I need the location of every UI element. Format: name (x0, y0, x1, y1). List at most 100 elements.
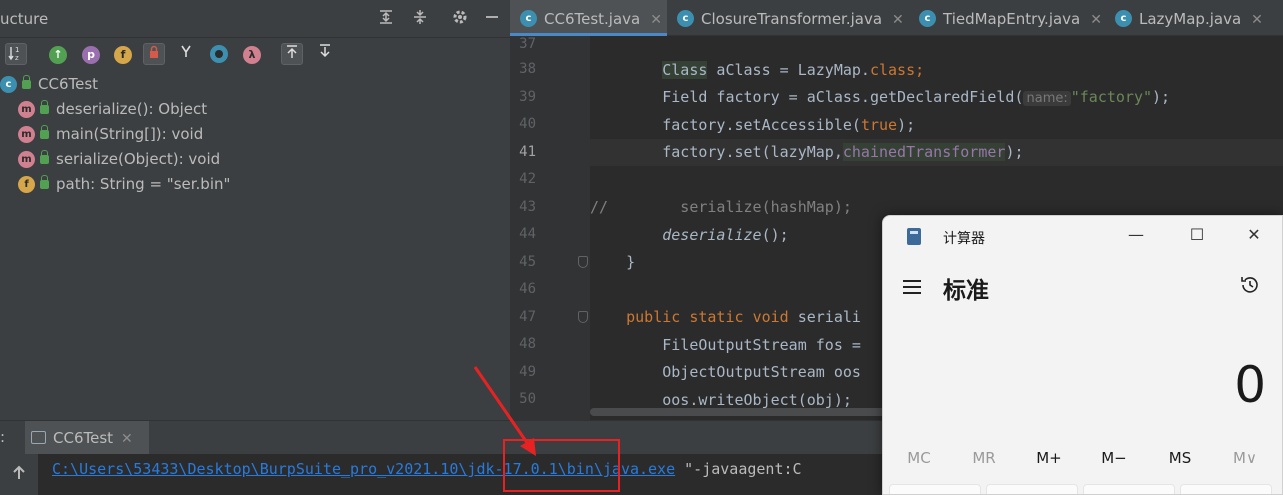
memory-list-button[interactable]: M∨ (1218, 449, 1272, 467)
tree-class-label: CC6Test (38, 75, 99, 93)
autoscroll-from-source-icon[interactable] (314, 43, 336, 65)
tree-member-serialize[interactable]: m serialize(Object): void (18, 147, 220, 171)
run-tab-label: CC6Test (53, 429, 114, 447)
class-icon: c (0, 76, 17, 93)
public-lock-icon (40, 175, 49, 189)
line-number: 44 (519, 226, 536, 242)
structure-panel: ucture 1z ↑ p f λ c CC6Test m deserializ… (0, 0, 510, 420)
java-class-icon: c (677, 10, 694, 27)
line-number: 38 (519, 61, 536, 77)
field-icon: f (18, 176, 35, 193)
tab-label: ClosureTransformer.java (701, 10, 883, 28)
lambda-icon[interactable]: λ (241, 43, 263, 65)
line-number: 39 (519, 89, 536, 105)
scroll-up-icon[interactable] (0, 454, 38, 495)
memory-add-button[interactable]: M+ (1022, 449, 1076, 467)
command-args: "-javaagent:C (675, 460, 802, 478)
memory-clear-button[interactable]: MC (892, 449, 946, 467)
calculator-window: 计算器 — ☐ ✕ 标准 0 MC MR M+ M− MS M∨ (882, 215, 1283, 495)
calculator-app-icon (907, 228, 921, 245)
java-class-icon: c (919, 10, 936, 27)
tree-member-main[interactable]: m main(String[]): void (18, 122, 203, 146)
tree-member-deserialize[interactable]: m deserialize(): Object (18, 97, 207, 121)
tree-member-path[interactable]: f path: String = "ser.bin" (18, 172, 230, 196)
tab-closuretransformer[interactable]: c ClosureTransformer.java ✕ (667, 0, 909, 36)
line-number: 41 (519, 144, 536, 160)
calculator-keypad (889, 484, 1282, 494)
structure-title: ucture (0, 10, 49, 28)
non-public-icon[interactable] (143, 43, 165, 65)
expand-all-icon[interactable] (376, 9, 396, 29)
gear-icon[interactable] (450, 9, 470, 29)
history-icon[interactable] (1239, 274, 1261, 296)
method-icon: m (18, 101, 35, 118)
memory-subtract-button[interactable]: M− (1087, 449, 1141, 467)
close-icon[interactable]: ✕ (892, 1, 904, 39)
java-class-icon: c (520, 10, 537, 27)
tab-label: CC6Test.java (544, 10, 641, 28)
console-command-line: C:\Users\53433\Desktop\BurpSuite_pro_v20… (52, 458, 802, 480)
parameter-hint: name: (1023, 91, 1071, 106)
tab-label: LazyMap.java (1139, 10, 1242, 28)
fold-marker-icon[interactable] (578, 256, 588, 268)
public-lock-icon (40, 100, 49, 114)
public-lock-icon (22, 75, 31, 89)
close-icon[interactable]: ✕ (650, 1, 662, 39)
tab-tiedmapentry[interactable]: c TiedMapEntry.java ✕ (909, 0, 1105, 36)
fold-marker-icon[interactable] (578, 311, 588, 323)
line-number: 47 (519, 309, 536, 325)
code-line-40[interactable]: factory.setAccessible(true); (590, 112, 1283, 139)
close-icon[interactable]: ✕ (1090, 1, 1102, 39)
sort-alpha-icon[interactable]: 1z (5, 43, 27, 65)
run-prefix: : (0, 428, 6, 446)
calculator-titlebar[interactable]: 计算器 — ☐ ✕ (883, 216, 1282, 256)
scrollbar-thumb[interactable] (590, 408, 890, 416)
run-tab-cc6test[interactable]: CC6Test ✕ (25, 421, 149, 455)
calculator-key[interactable] (986, 484, 1078, 494)
svg-text:1: 1 (15, 46, 19, 54)
hamburger-menu-icon[interactable] (903, 276, 925, 298)
anonymous-icon[interactable] (208, 43, 230, 65)
code-line-38[interactable]: Class aClass = LazyMap.class; (590, 57, 1283, 84)
calculator-display: 0 (1234, 356, 1266, 414)
line-number: 37 (519, 36, 536, 52)
hide-panel-icon[interactable] (482, 9, 502, 29)
svg-text:z: z (15, 54, 19, 62)
line-number: 45 (519, 254, 536, 270)
lambdas-icon[interactable] (175, 43, 197, 65)
line-number: 42 (519, 171, 536, 187)
tree-member-label: serialize(Object): void (56, 150, 221, 168)
method-icon: m (18, 151, 35, 168)
annotation-highlight-box (503, 439, 620, 492)
line-number: 43 (519, 199, 536, 215)
calculator-key[interactable] (889, 484, 981, 494)
calculator-key[interactable] (1083, 484, 1175, 494)
tab-label: TiedMapEntry.java (943, 10, 1081, 28)
tree-member-label: path: String = "ser.bin" (56, 175, 231, 193)
close-icon[interactable]: ✕ (1251, 1, 1263, 39)
close-icon[interactable]: ✕ (121, 431, 133, 447)
show-fields-icon[interactable]: f (112, 43, 134, 65)
calculator-key[interactable] (1180, 484, 1272, 494)
public-lock-icon (40, 150, 49, 164)
java-class-icon: c (1115, 10, 1132, 27)
inherited-icon[interactable]: ↑ (47, 43, 69, 65)
public-lock-icon (40, 125, 49, 139)
code-line-41[interactable]: factory.set(lazyMap,chainedTransformer); (590, 139, 1283, 166)
memory-store-button[interactable]: MS (1153, 449, 1207, 467)
tab-cc6test[interactable]: c CC6Test.java ✕ (510, 0, 667, 36)
show-properties-icon[interactable]: p (80, 43, 102, 65)
tab-lazymap[interactable]: c LazyMap.java ✕ (1105, 0, 1283, 36)
code-line-39[interactable]: Field factory = aClass.getDeclaredField(… (590, 84, 1283, 111)
autoscroll-to-source-icon[interactable] (281, 43, 303, 65)
memory-recall-button[interactable]: MR (957, 449, 1011, 467)
editor-tabs: c CC6Test.java ✕ c ClosureTransformer.java ✕… (510, 0, 1283, 36)
tree-class-node[interactable]: c CC6Test (0, 72, 98, 96)
line-number: 40 (519, 116, 536, 132)
structure-header: ucture (0, 0, 510, 38)
collapse-all-icon[interactable] (410, 9, 430, 29)
calculator-title: 计算器 (943, 231, 985, 247)
close-button[interactable]: ✕ (1239, 224, 1269, 246)
minimize-button[interactable]: — (1121, 224, 1151, 246)
maximize-button[interactable]: ☐ (1182, 224, 1212, 246)
